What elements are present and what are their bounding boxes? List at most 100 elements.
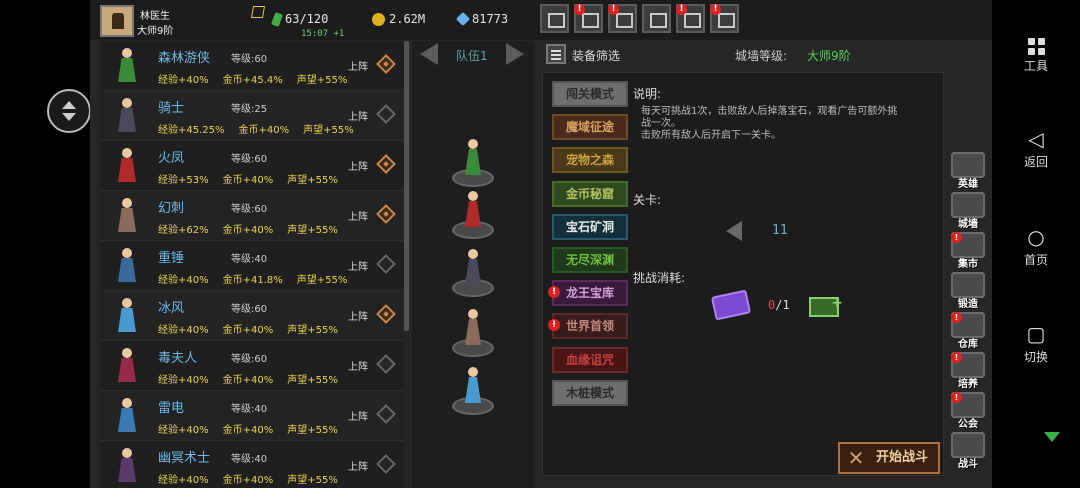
- side-menu-item[interactable]: 英雄: [948, 152, 988, 192]
- side-menu-item[interactable]: ! 仓库: [948, 312, 988, 352]
- side-menu-item[interactable]: 战斗: [948, 432, 988, 472]
- hero-figure: [464, 367, 482, 405]
- hero-name: 雷电: [158, 401, 185, 416]
- hero-row[interactable]: 火凤 等级:60 经验+53% 金币+40% 声望+55% 上阵: [100, 141, 404, 191]
- stage-number: 11: [772, 223, 788, 238]
- hero-level: 等级:60: [231, 154, 268, 165]
- nav-switch-label: 切换: [1023, 350, 1048, 364]
- team-next-button[interactable]: [502, 41, 528, 67]
- side-menu-item[interactable]: 锻造: [948, 272, 988, 312]
- deploy-toggle[interactable]: [376, 204, 396, 224]
- deploy-toggle[interactable]: [376, 304, 396, 324]
- top-icon-bar: [540, 4, 739, 33]
- screen-left-edge: [0, 0, 90, 488]
- team-slot-knight[interactable]: [448, 249, 498, 301]
- hero-stats: 经验+45.25% 金币+40% 声望+55%: [158, 121, 354, 136]
- side-menu-label: 培养: [958, 379, 978, 390]
- player-avatar[interactable]: [100, 5, 134, 37]
- mode-button[interactable]: 无尽深渊: [552, 247, 628, 273]
- event-icon[interactable]: [710, 4, 739, 33]
- hero-list-scrollbar[interactable]: [404, 41, 409, 331]
- hero-row[interactable]: 骑士 等级:25 经验+45.25% 金币+40% 声望+55% 上阵: [100, 91, 404, 141]
- mode-button[interactable]: ! 世界首领: [548, 313, 628, 340]
- hero-name: 冰风: [158, 301, 185, 316]
- side-menu-item[interactable]: 城墙: [948, 192, 988, 232]
- gem-icon: [455, 11, 471, 27]
- side-menu-item[interactable]: ! 公会: [948, 392, 988, 432]
- mode-label: 木桩模式: [565, 385, 614, 400]
- team-slot-fire-phoenix[interactable]: [448, 191, 498, 243]
- start-battle-button[interactable]: ✕ 开始战斗: [838, 442, 940, 474]
- hero-name: 幽冥术士: [158, 451, 211, 466]
- hero-row[interactable]: 冰风 等级:60 经验+40% 金币+40% 声望+55% 上阵: [100, 291, 404, 341]
- quest-icon[interactable]: [608, 4, 637, 33]
- hero-level: 等级:60: [231, 54, 268, 65]
- nav-tools[interactable]: 工具: [992, 30, 1080, 74]
- shop-icon[interactable]: [540, 4, 569, 33]
- side-menu-item[interactable]: ! 集市: [948, 232, 988, 272]
- hero-row[interactable]: 雷电 等级:40 经验+40% 金币+40% 声望+55% 上阵: [100, 391, 404, 441]
- mode-label: 血缘诅咒: [565, 352, 614, 367]
- edit-icon[interactable]: [250, 6, 266, 18]
- deploy-toggle[interactable]: [376, 154, 396, 174]
- energy-value: 63/120: [285, 12, 329, 26]
- hero-figure: [464, 249, 482, 287]
- mail-icon[interactable]: [574, 4, 603, 33]
- deploy-toggle[interactable]: [376, 254, 396, 274]
- menu-icon[interactable]: [546, 44, 566, 64]
- hero-gold-bonus: 金币+40%: [222, 325, 274, 336]
- hero-portrait: [110, 446, 146, 486]
- side-menu-label: 仓库: [958, 339, 978, 350]
- deploy-label: 上阵: [348, 162, 368, 173]
- hero-level: 等级:60: [231, 204, 268, 215]
- side-menu-item[interactable]: ! 培养: [948, 352, 988, 392]
- mode-button[interactable]: 闯关模式: [552, 81, 628, 107]
- hero-row[interactable]: 幽冥术士 等级:40 经验+40% 金币+40% 声望+55% 上阵: [100, 441, 404, 488]
- team-slot-ice-wind[interactable]: [448, 367, 498, 419]
- wall-level-value: 大师9阶: [807, 49, 851, 63]
- nav-home-label: 首页: [1023, 253, 1048, 267]
- team-slot-phantom-assassin[interactable]: [448, 309, 498, 361]
- settings-icon[interactable]: [642, 4, 671, 33]
- screen-orientation-button[interactable]: [47, 89, 91, 133]
- hero-fame-bonus: 声望+55%: [296, 75, 348, 86]
- equip-filter-label[interactable]: 装备筛选: [572, 47, 620, 64]
- mode-button[interactable]: 宝石矿洞: [552, 213, 628, 240]
- hero-name: 幻刺: [158, 201, 185, 216]
- mode-button[interactable]: ! 龙王宝库: [548, 280, 628, 307]
- rank-icon[interactable]: [676, 4, 705, 33]
- ticket-icon: [710, 289, 752, 321]
- team-prev-button[interactable]: [418, 41, 444, 67]
- team-slot-forest-ranger[interactable]: [448, 139, 498, 191]
- mode-button[interactable]: 金币秘窟: [552, 180, 628, 207]
- hero-row[interactable]: 毒夫人 等级:60 经验+40% 金币+40% 声望+55% 上阵: [100, 341, 404, 391]
- hero-row[interactable]: 重锤 等级:40 经验+40% 金币+41.8% 声望+55% 上阵: [100, 241, 404, 291]
- hero-row[interactable]: 幻刺 等级:60 经验+62% 金币+40% 声望+55% 上阵: [100, 191, 404, 241]
- deploy-toggle[interactable]: [376, 354, 396, 374]
- mode-label: 魔域征途: [565, 120, 614, 135]
- mode-button[interactable]: 宠物之森: [552, 147, 628, 174]
- mode-button[interactable]: 木桩模式: [552, 379, 628, 406]
- hero-fame-bonus: 声望+55%: [287, 175, 338, 186]
- deploy-toggle[interactable]: [376, 54, 396, 74]
- hero-exp-bonus: 经验+40%: [158, 325, 209, 336]
- nav-home[interactable]: ○ 首页: [992, 225, 1080, 268]
- deploy-toggle[interactable]: [376, 104, 396, 124]
- nav-back[interactable]: ◁ 返回: [992, 127, 1080, 170]
- tools-icon: [1027, 38, 1045, 55]
- deploy-toggle[interactable]: [376, 454, 396, 474]
- deploy-toggle[interactable]: [376, 404, 396, 424]
- mode-button[interactable]: 血缘诅咒: [552, 346, 628, 373]
- hero-stats: 经验+40% 金币+40% 声望+55%: [158, 421, 338, 436]
- nav-switch[interactable]: ▢ 切换: [992, 322, 1080, 365]
- hero-row[interactable]: 森林游侠 等级:60 经验+40% 金币+45.4% 声望+55% 上阵: [100, 41, 404, 91]
- mode-button[interactable]: 魔域征途: [552, 114, 628, 141]
- wifi-icon: [1044, 432, 1060, 442]
- hero-level: 等级:60: [231, 354, 268, 365]
- hero-level: 等级:40: [231, 454, 268, 465]
- add-ticket-button[interactable]: [809, 295, 843, 317]
- side-menu-label: 公会: [958, 419, 978, 430]
- stage-prev-button[interactable]: [724, 219, 748, 243]
- energy-timer: 15:07 +1: [301, 29, 345, 39]
- energy-icon: [271, 11, 283, 27]
